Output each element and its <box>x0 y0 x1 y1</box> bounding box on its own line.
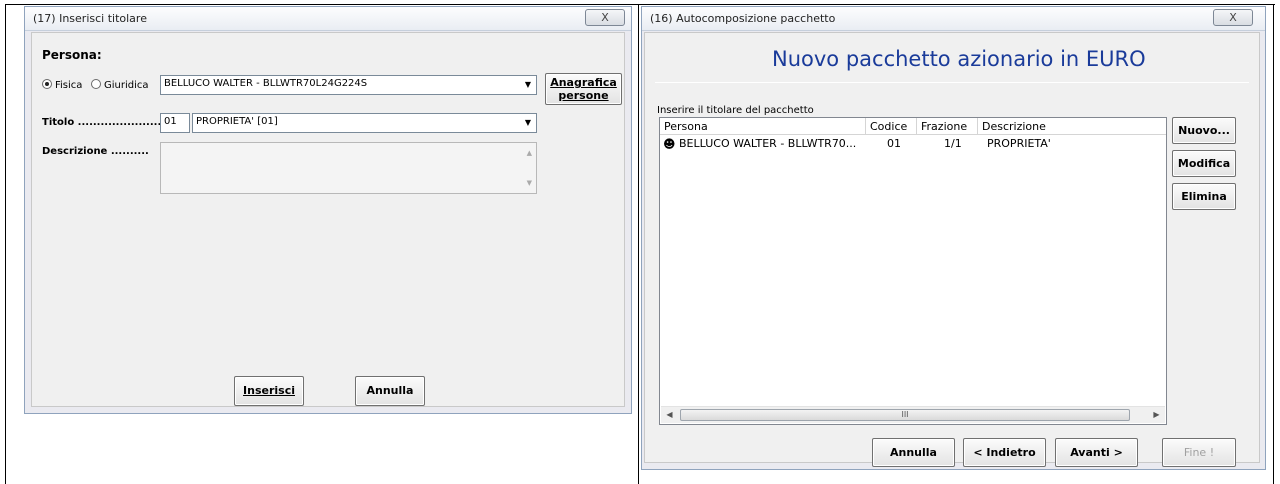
column-frazione[interactable]: Frazione <box>917 118 978 135</box>
window-title: (17) Inserisci titolare <box>33 12 147 25</box>
column-frazione-label: Frazione <box>921 120 968 133</box>
row-frazione: 1/1 <box>944 137 962 150</box>
annulla-button[interactable]: Annulla <box>355 376 425 406</box>
wizard-annulla-button[interactable]: Annulla <box>872 438 955 467</box>
titolo-value: PROPRIETA' [01] <box>196 116 278 127</box>
radio-fisica-label: Fisica <box>55 80 83 91</box>
close-icon: X <box>1229 11 1237 24</box>
chevron-down-icon[interactable]: ▼ <box>521 116 535 130</box>
autocomposizione-window: (16) Autocomposizione pacchetto X Nuovo … <box>641 6 1266 470</box>
close-button[interactable]: X <box>585 9 625 26</box>
avanti-button-label: Avanti > <box>1070 446 1123 459</box>
fine-button-label: Fine ! <box>1183 446 1215 459</box>
persone-button-label: persone <box>558 89 609 102</box>
wizard-annulla-label: Annulla <box>890 446 937 459</box>
instruction-text: Inserire il titolare del pacchetto <box>657 105 814 116</box>
annulla-button-label: Annulla <box>366 384 414 397</box>
frame-top-line <box>5 4 1275 5</box>
radio-giuridica-label: Giuridica <box>104 80 149 91</box>
list-item[interactable]: ☻ BELLUCO WALTER - BLLWTR70... 01 1/1 PR… <box>660 136 1166 152</box>
anagrafica-persone-button[interactable]: Anagrafica persone <box>545 73 622 105</box>
titolo-combobox[interactable]: PROPRIETA' [01] ▼ <box>192 113 537 133</box>
descrizione-textarea[interactable]: ▲ ▼ <box>160 142 537 194</box>
radio-off-icon <box>91 79 101 89</box>
avanti-button[interactable]: Avanti > <box>1055 438 1138 467</box>
titolo-code: 01 <box>164 116 177 127</box>
column-codice-label: Codice <box>870 120 908 133</box>
row-persona: BELLUCO WALTER - BLLWTR70... <box>679 137 857 150</box>
frame-right-line <box>1273 4 1274 484</box>
scroll-grip-icon: III <box>901 410 909 419</box>
descrizione-label: Descrizione .......... <box>42 146 149 157</box>
titolo-label: Titolo ...................... <box>42 117 162 128</box>
inserisci-button-label: Inserisci <box>243 384 295 397</box>
column-persona[interactable]: Persona <box>660 118 866 135</box>
wizard-heading: Nuovo pacchetto azionario in EURO <box>772 47 1146 71</box>
elimina-button[interactable]: Elimina <box>1172 183 1236 210</box>
inserisci-button[interactable]: Inserisci <box>234 376 304 406</box>
radio-on-icon <box>42 79 52 89</box>
modifica-button-label: Modifica <box>1177 157 1231 170</box>
horizontal-scrollbar[interactable]: ◀ III ▶ <box>661 406 1165 423</box>
close-icon: X <box>601 11 609 24</box>
scroll-down-icon: ▼ <box>526 179 532 187</box>
persona-label: Persona: <box>42 48 102 62</box>
wizard-body: Nuovo pacchetto azionario in EURO Inseri… <box>644 32 1260 467</box>
person-icon: ☻ <box>663 137 676 151</box>
indietro-button[interactable]: < Indietro <box>963 438 1046 467</box>
title-bar: (16) Autocomposizione pacchetto X <box>642 7 1265 31</box>
dialog-body: Persona: Fisica Giuridica BELLUCO WALTER… <box>31 32 625 407</box>
inserisci-titolare-window: (17) Inserisci titolare X Persona: Fisic… <box>24 6 632 414</box>
row-descrizione: PROPRIETA' <box>987 137 1051 150</box>
titolo-code-field[interactable]: 01 <box>160 113 190 133</box>
radio-fisica[interactable]: Fisica <box>42 79 82 91</box>
nuovo-button-label: Nuovo... <box>1178 124 1230 137</box>
persona-combobox[interactable]: BELLUCO WALTER - BLLWTR70L24G224S ▼ <box>160 75 537 95</box>
row-codice: 01 <box>887 137 901 150</box>
elimina-button-label: Elimina <box>1181 190 1227 203</box>
scroll-right-icon[interactable]: ▶ <box>1148 407 1165 423</box>
persona-value: BELLUCO WALTER - BLLWTR70L24G224S <box>164 78 368 89</box>
scroll-left-icon[interactable]: ◀ <box>661 407 678 423</box>
list-header: Persona Codice Frazione Descrizione <box>660 118 1166 135</box>
frame-left-line <box>5 4 6 484</box>
scroll-up-icon: ▲ <box>526 149 532 157</box>
column-descrizione[interactable]: Descrizione <box>978 118 1166 135</box>
close-button[interactable]: X <box>1213 9 1253 26</box>
titolari-list[interactable]: Persona Codice Frazione Descrizione ☻ BE… <box>659 117 1167 425</box>
chevron-down-icon[interactable]: ▼ <box>521 78 535 92</box>
modifica-button[interactable]: Modifica <box>1172 150 1236 177</box>
radio-giuridica[interactable]: Giuridica <box>91 79 149 91</box>
title-bar: (17) Inserisci titolare X <box>25 7 631 31</box>
window-title: (16) Autocomposizione pacchetto <box>650 12 836 25</box>
anagrafica-button-label: Anagrafica <box>550 76 617 89</box>
scroll-thumb[interactable]: III <box>680 409 1130 421</box>
column-descrizione-label: Descrizione <box>982 120 1046 133</box>
column-codice[interactable]: Codice <box>866 118 917 135</box>
heading-separator <box>655 82 1249 83</box>
column-persona-label: Persona <box>664 120 708 133</box>
indietro-button-label: < Indietro <box>973 446 1036 459</box>
fine-button[interactable]: Fine ! <box>1162 438 1236 467</box>
frame-mid-line <box>638 4 639 484</box>
nuovo-button[interactable]: Nuovo... <box>1172 117 1236 144</box>
